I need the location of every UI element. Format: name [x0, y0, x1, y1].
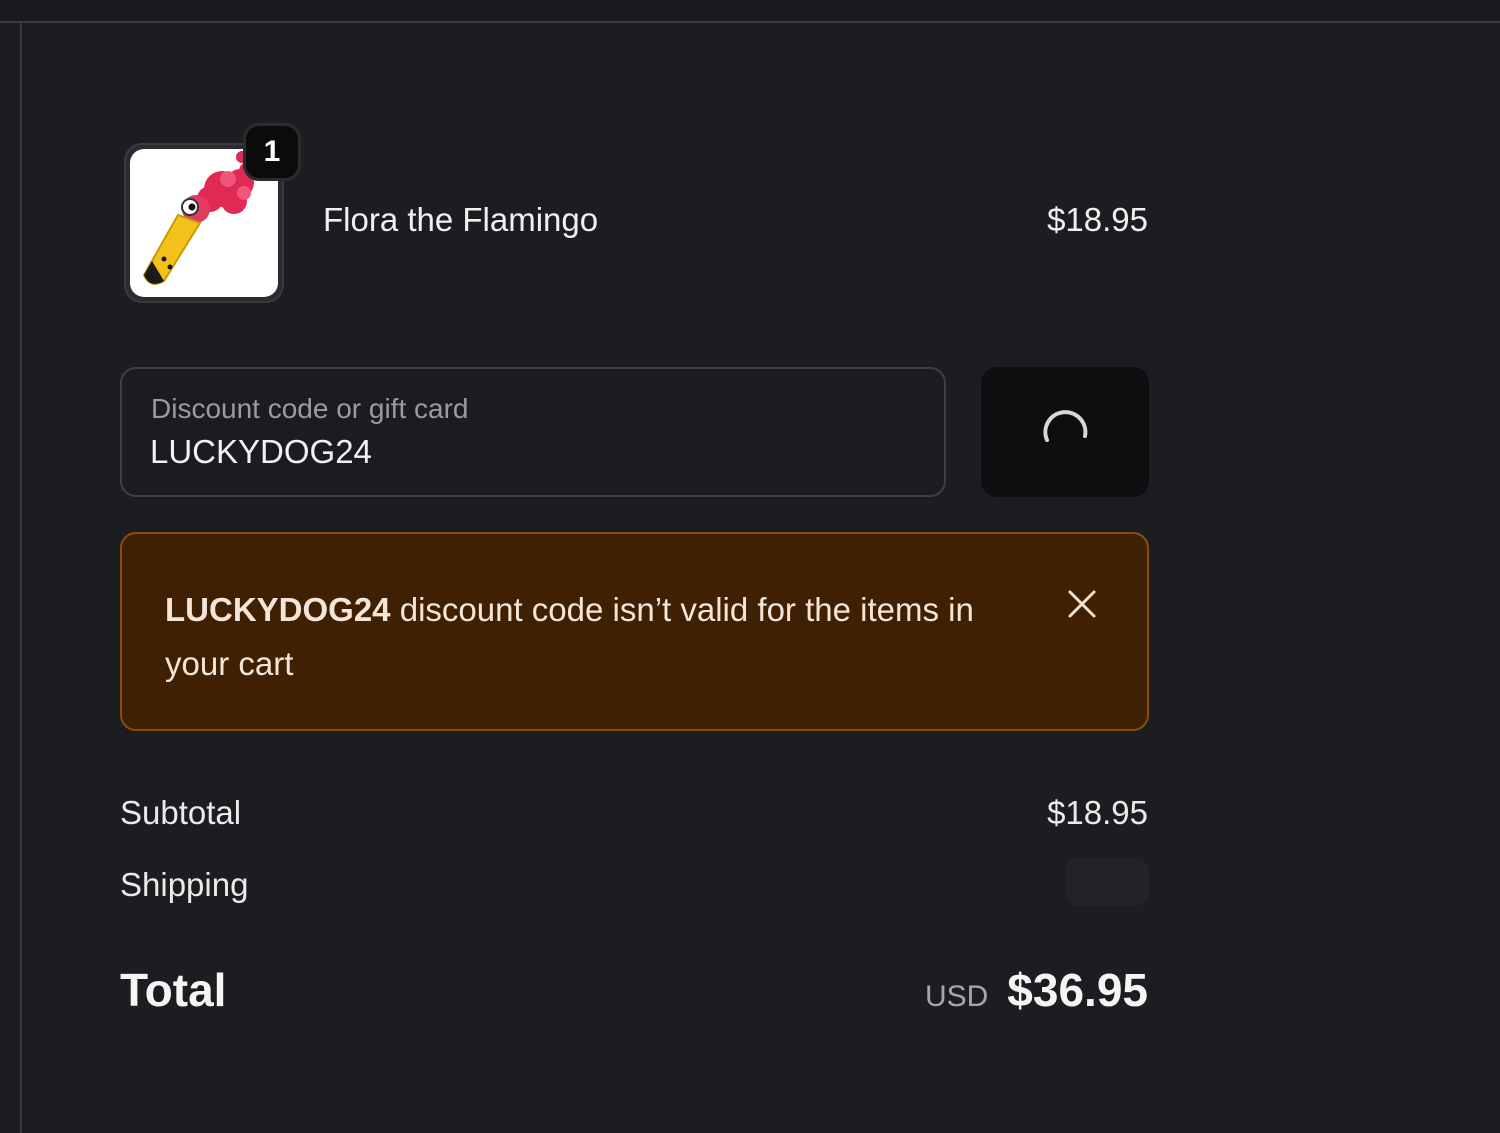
- total-label: Total: [120, 964, 227, 1016]
- subtotal-label: Subtotal: [120, 794, 242, 831]
- quantity-badge: 1: [243, 123, 301, 181]
- product-price: $18.95: [1047, 201, 1148, 238]
- shipping-value-loading: [1065, 858, 1149, 906]
- product-name: Flora the Flamingo: [323, 201, 599, 238]
- error-message: LUCKYDOG24 discount code isn’t valid for…: [165, 583, 1025, 691]
- discount-field-label: Discount code or gift card: [151, 393, 469, 424]
- total-amount: $36.95: [1007, 964, 1148, 1016]
- error-code: LUCKYDOG24: [165, 591, 391, 628]
- close-icon: [1068, 590, 1096, 618]
- top-divider: [0, 0, 1500, 23]
- subtotal-value: $18.95: [1047, 794, 1148, 831]
- spinner-icon: [1043, 410, 1088, 442]
- left-divider: [20, 22, 22, 1133]
- discount-code-field[interactable]: Discount code or gift card LUCKYDOG24: [120, 367, 946, 497]
- discount-error-banner: LUCKYDOG24 discount code isn’t valid for…: [120, 532, 1149, 731]
- discount-code-input[interactable]: LUCKYDOG24: [150, 433, 372, 471]
- checkout-summary-panel: 1 Flora the Flamingo $18.95 Discount cod…: [0, 0, 1500, 1133]
- shipping-label: Shipping: [120, 866, 249, 903]
- cart-line-item: 1 Flora the Flamingo $18.95: [124, 123, 1148, 303]
- apply-discount-button[interactable]: [981, 367, 1149, 497]
- close-error-button[interactable]: [1062, 584, 1102, 624]
- total-currency: USD: [925, 980, 989, 1013]
